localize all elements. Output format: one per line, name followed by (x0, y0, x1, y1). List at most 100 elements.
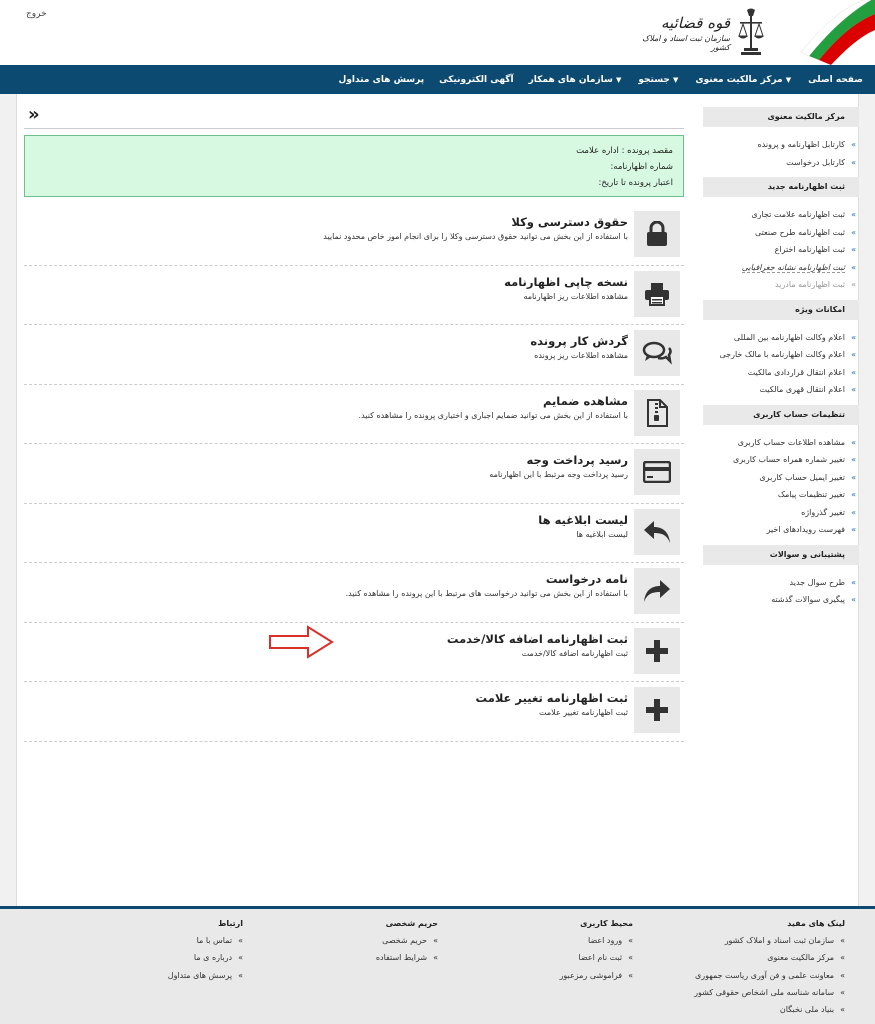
action-desc: رسید پرداخت وجه مرتبط با این اظهارنامه (489, 470, 628, 479)
footer-col-title: لینک های مفید (787, 919, 845, 928)
action-item-notices[interactable]: لیست ابلاغیه ها لیست ابلاغیه ها (24, 504, 684, 563)
content-area: » مقصد پرونده : اداره علامت شماره اظهارن… (24, 105, 684, 742)
action-desc: مشاهده اطلاعات ریز پرونده (534, 351, 628, 360)
printer-icon (634, 270, 680, 317)
action-item-request-letter[interactable]: نامه درخواست با استفاده از این بخش می تو… (24, 563, 684, 623)
action-item-payment-receipt[interactable]: رسید پرداخت وجه رسید پرداخت وجه مرتبط با… (24, 444, 684, 504)
logo-subtitle: سازمان ثبت اسناد و املاک کشور (642, 34, 730, 52)
sidebar-heading-account: تنظیمات حساب کاربری (703, 404, 859, 425)
action-title: رسید پرداخت وجه (526, 453, 628, 467)
footer-link[interactable]: »سامانه شناسه ملی اشخاص حقوقی کشور (694, 984, 845, 1001)
site-header: خروج قوه قضائیه سازمان ثبت اسناد و املاک… (0, 0, 875, 65)
action-desc: با استفاده از این بخش می توانید ضمایم اج… (358, 410, 628, 420)
credit-card-icon (634, 449, 680, 495)
application-number: شماره اظهارنامه: (610, 162, 673, 172)
nav-item-ip-center[interactable]: ▼ مرکز مالکیت معنوی (695, 75, 793, 85)
action-item-lawyer-access[interactable]: حقوق دسترسی وکلا با استفاده از این بخش م… (24, 206, 684, 266)
sidebar-link[interactable]: » کارتابل اظهارنامه و پرونده (703, 136, 859, 154)
nav-item-partner-orgs[interactable]: ▼ سازمان های همکار (529, 75, 624, 85)
action-desc: مشاهده اطلاعات ریز اظهارنامه (523, 291, 628, 301)
nav-item-home[interactable]: صفحه اصلی (808, 75, 863, 85)
footer-link[interactable]: »ثبت نام اعضا (560, 949, 633, 966)
sidebar-link[interactable]: » تغییر تنظیمات پیامک (703, 486, 859, 504)
action-item-change-mark[interactable]: ثبت اظهارنامه تغییر علامت ثبت اظهارنامه … (24, 682, 684, 742)
footer-link[interactable]: »پرسش های متداول (168, 967, 243, 984)
action-title: گردش کار پرونده (530, 334, 628, 348)
action-title: ثبت اظهارنامه اضافه کالا/خدمت (446, 631, 628, 646)
sidebar-link[interactable]: » اعلام وکالت اظهارنامه با مالک خارجی (703, 346, 859, 364)
sidebar-heading-ip-center: مرکز مالکیت معنوی (703, 107, 859, 127)
footer-col-useful-links: لینک های مفید »سازمان ثبت اسناد و املاک … (694, 919, 845, 1018)
judiciary-emblem-icon (738, 8, 764, 55)
iran-flag-ribbon (800, 0, 875, 65)
caret-down-icon: ▼ (672, 75, 679, 84)
file-validity-date: اعتبار پرونده تا تاریخ: (598, 178, 673, 188)
nav-item-faq[interactable]: پرسش های متداول (339, 75, 425, 85)
logo-title: قوه قضائیه (660, 14, 730, 32)
sidebar-link[interactable]: » ثبت اظهارنامه علامت تجاری (703, 206, 859, 224)
main-nav: صفحه اصلی ▼ مرکز مالکیت معنوی ▼ جستجو ▼ … (0, 65, 875, 94)
footer-col-title: ارتباط (218, 919, 243, 928)
sidebar-link-disabled: » ثبت اظهارنامه مادرید (775, 280, 856, 289)
footer-link[interactable]: »شرایط استفاده (376, 949, 438, 966)
comments-icon (634, 330, 680, 376)
back-link[interactable]: » (24, 105, 684, 129)
footer-col-user-area: محیط کاربری »ورود اعضا »ثبت نام اعضا »فر… (560, 919, 633, 984)
action-title: ثبت اظهارنامه تغییر علامت (475, 691, 628, 705)
sidebar-link[interactable]: » ثبت اظهارنامه اختراع (703, 241, 859, 259)
sidebar-link[interactable]: » ثبت اظهارنامه نشانه جغرافیایی (703, 259, 859, 277)
action-item-attachments[interactable]: مشاهده ضمایم با استفاده از این بخش می تو… (24, 385, 684, 444)
sidebar-link[interactable]: » اعلام وکالت اظهارنامه بین المللی (703, 329, 859, 347)
lock-icon (634, 211, 680, 257)
sidebar-link[interactable]: » فهرست رویدادهای اخیر (703, 521, 859, 539)
footer-link[interactable]: »حریم شخصی (376, 932, 438, 949)
sidebar-link[interactable]: » تغییر گذرواژه (703, 504, 859, 522)
action-title: مشاهده ضمایم (542, 393, 628, 408)
zip-file-icon (634, 389, 680, 436)
footer-link[interactable]: »معاونت علمی و فن آوری ریاست جمهوری (694, 967, 845, 984)
sidebar: مرکز مالکیت معنوی » کارتابل اظهارنامه و پ… (703, 107, 859, 615)
sidebar-link[interactable]: » اعلام انتقال قهری مالکیت (703, 381, 859, 399)
action-desc: ثبت اظهارنامه تغییر علامت (539, 708, 628, 717)
sidebar-link[interactable]: » تغییر ایمیل حساب کاربری (703, 469, 859, 487)
action-desc: با استفاده از این بخش می توانید حقوق دست… (323, 232, 628, 241)
nav-item-e-notices[interactable]: آگهی الکترونیکی (439, 75, 513, 85)
forward-arrow-icon (634, 568, 680, 614)
site-footer: لینک های مفید »سازمان ثبت اسناد و املاک … (0, 906, 875, 1024)
footer-col-contact: ارتباط »تماس با ما »درباره ی ما »پرسش ها… (168, 919, 243, 984)
footer-link[interactable]: »مرکز مالکیت معنوی (694, 949, 845, 966)
sidebar-heading-support: پشتیبانی و سوالات (703, 544, 859, 565)
sidebar-link[interactable]: » تغییر شماره همراه حساب کاربری (703, 451, 859, 469)
plus-icon (634, 687, 680, 733)
action-item-add-goods-service[interactable]: ثبت اظهارنامه اضافه کالا/خدمت ثبت اظهارن… (24, 623, 684, 682)
file-info-box: مقصد پرونده : اداره علامت شماره اظهارنام… (24, 135, 684, 197)
file-destination: مقصد پرونده : اداره علامت (576, 146, 673, 156)
sidebar-link[interactable]: » پیگیری سوالات گذشته (703, 591, 859, 609)
sidebar-heading-special: امکانات ویژه (703, 299, 859, 320)
logout-link[interactable]: خروج (26, 9, 47, 19)
sidebar-link[interactable]: » اعلام انتقال قراردادی مالکیت (703, 364, 859, 382)
action-desc: با استفاده از این بخش می توانید درخواست … (345, 589, 628, 598)
footer-link[interactable]: »فراموشی رمزعبور (560, 967, 633, 984)
nav-item-search[interactable]: ▼ جستجو (638, 75, 680, 85)
footer-col-title: حریم شخصی (385, 919, 438, 928)
footer-link[interactable]: »بنیاد ملی نخبگان (694, 1001, 845, 1018)
reply-arrow-icon (634, 508, 680, 555)
caret-down-icon: ▼ (616, 75, 622, 84)
footer-link[interactable]: »ورود اعضا (560, 932, 633, 949)
action-title: نسخه چاپی اظهارنامه (504, 274, 628, 289)
action-title: لیست ابلاغیه ها (538, 512, 628, 527)
sidebar-link[interactable]: » کارتابل درخواست (703, 154, 859, 172)
sidebar-link[interactable]: » طرح سوال جدید (703, 574, 859, 592)
action-desc: لیست ابلاغیه ها (576, 529, 628, 539)
sidebar-link[interactable]: » مشاهده اطلاعات حساب کاربری (703, 434, 859, 452)
footer-link[interactable]: »درباره ی ما (168, 949, 243, 966)
footer-col-title: محیط کاربری (580, 919, 633, 928)
action-title: نامه درخواست (545, 572, 628, 586)
footer-link[interactable]: »تماس با ما (168, 932, 243, 949)
footer-link[interactable]: »سازمان ثبت اسناد و املاک کشور (694, 932, 845, 949)
action-desc: ثبت اظهارنامه اضافه کالا/خدمت (521, 648, 628, 658)
action-item-workflow[interactable]: گردش کار پرونده مشاهده اطلاعات ریز پروند… (24, 325, 684, 385)
action-item-print[interactable]: نسخه چاپی اظهارنامه مشاهده اطلاعات ریز ا… (24, 266, 684, 325)
sidebar-link[interactable]: » ثبت اظهارنامه طرح صنعتی (703, 224, 859, 242)
